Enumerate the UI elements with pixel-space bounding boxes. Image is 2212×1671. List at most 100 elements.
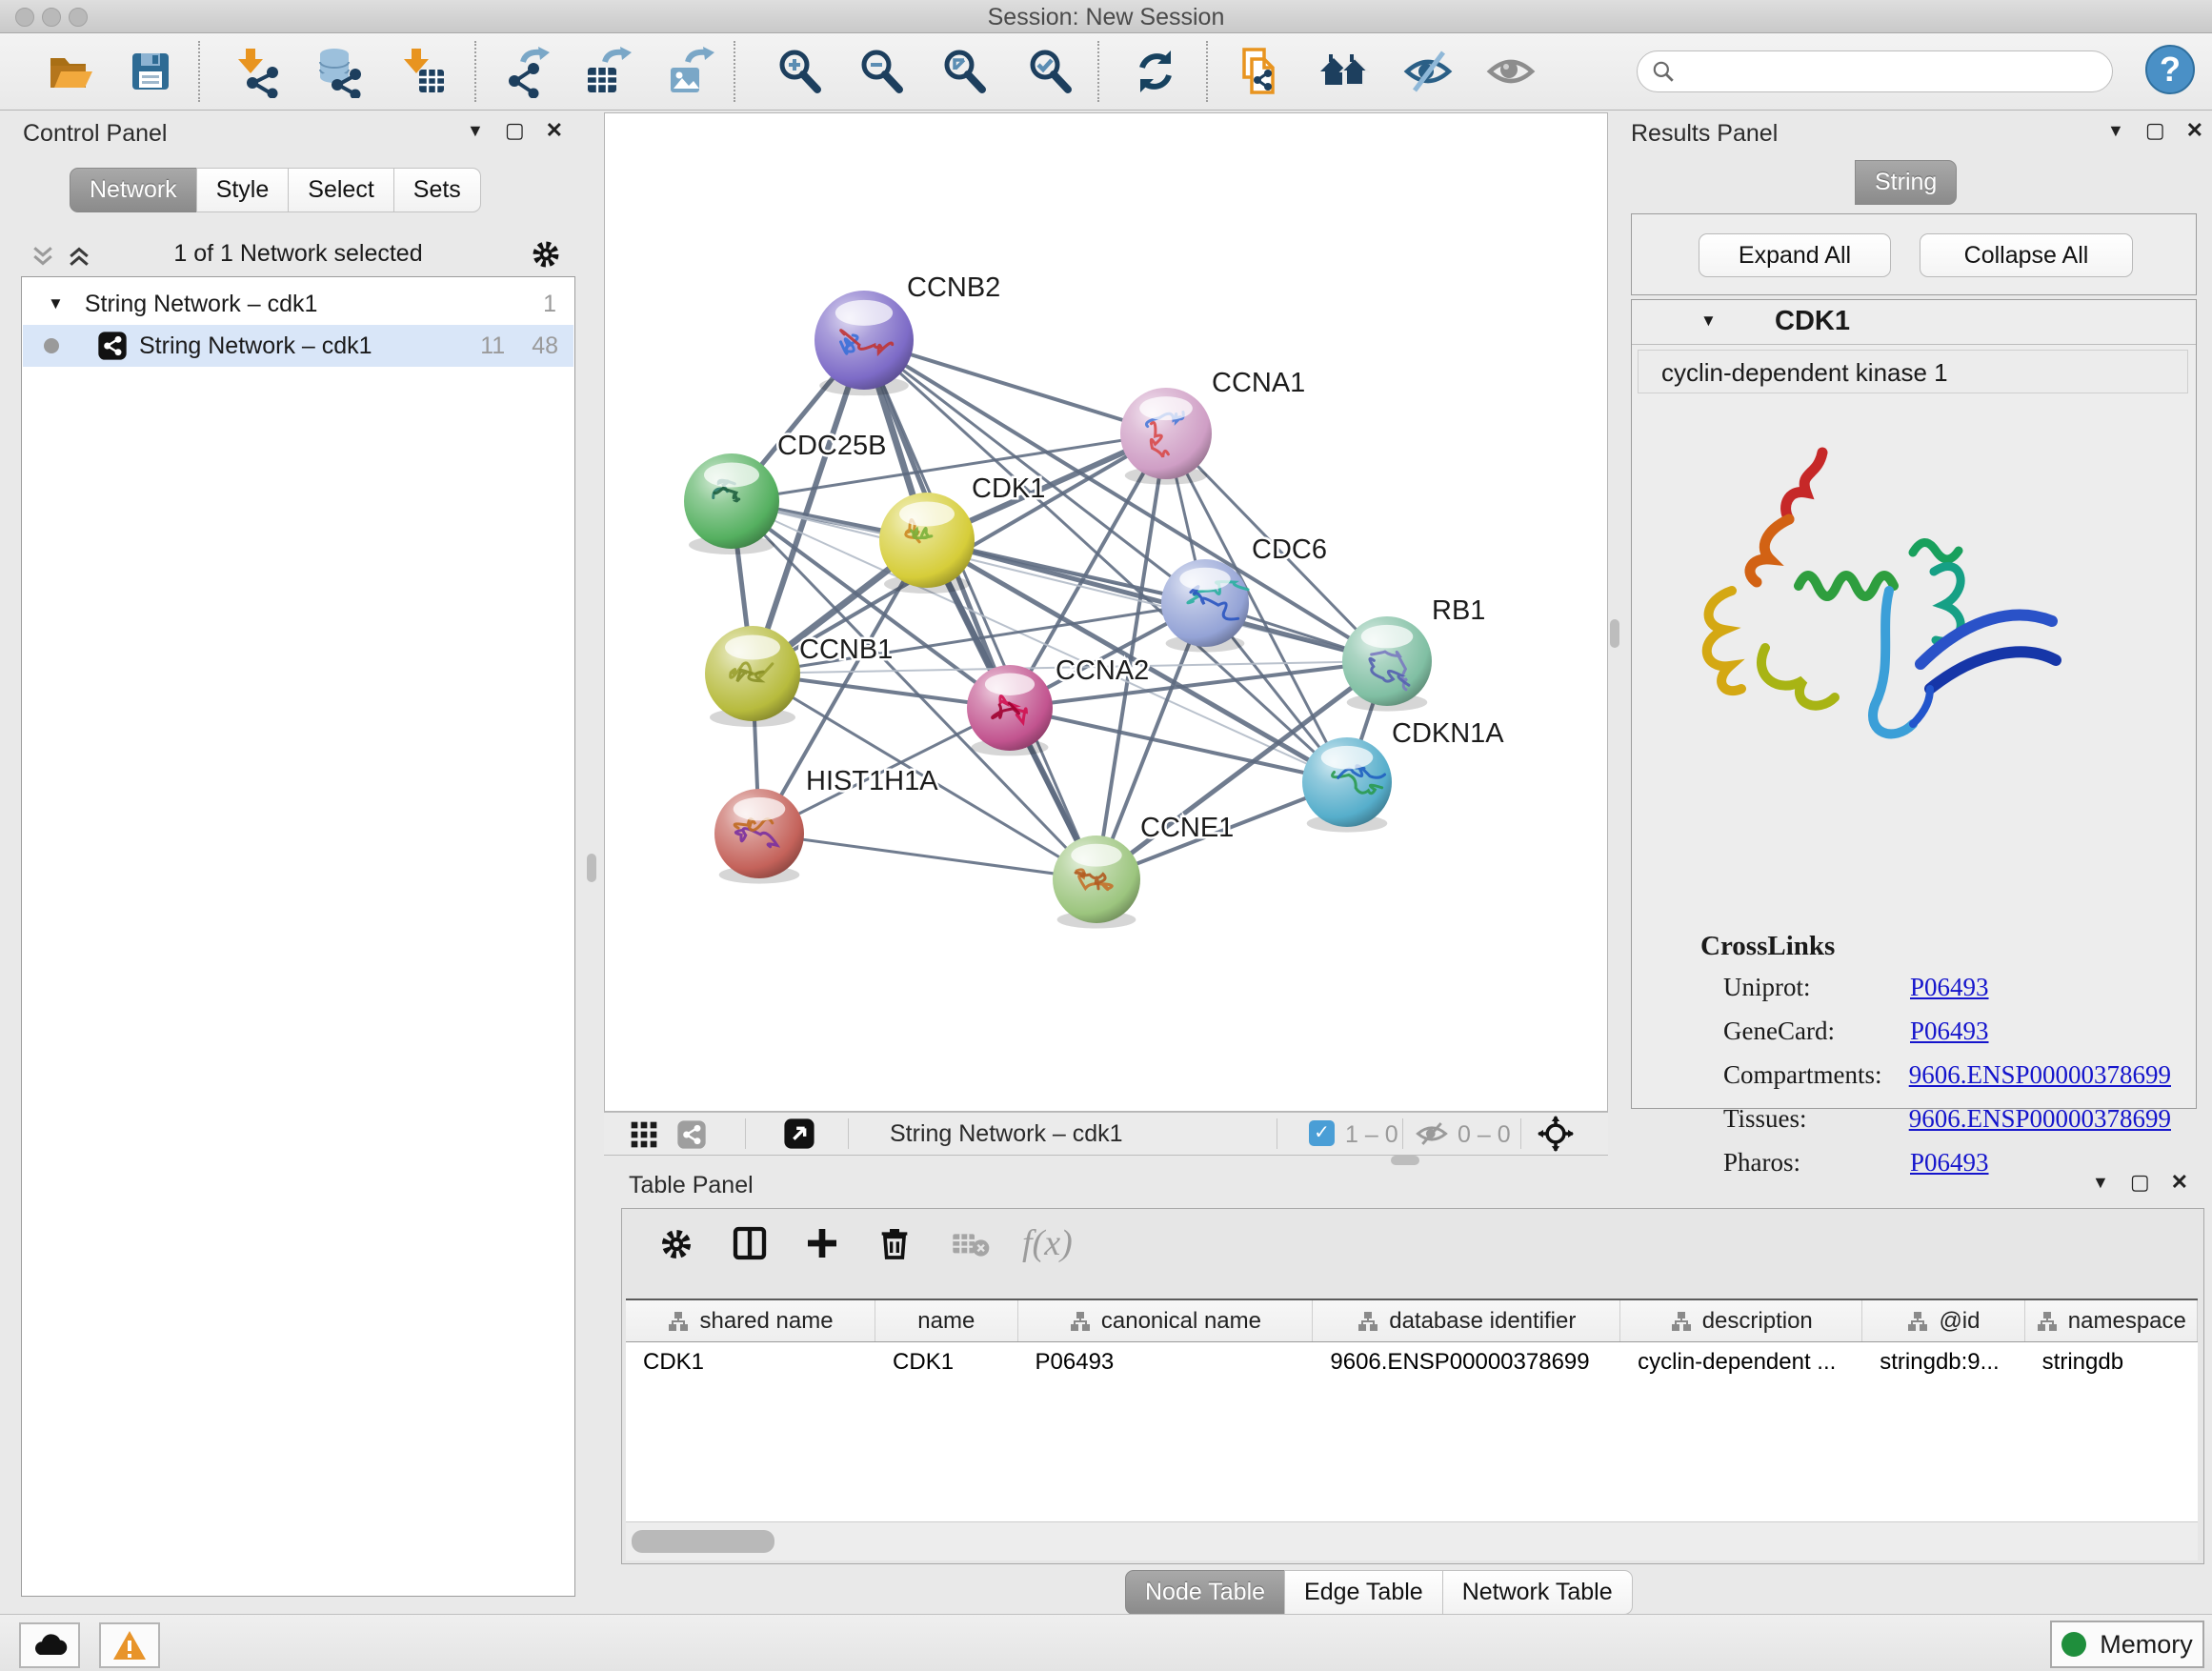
zoom-selected-icon[interactable] xyxy=(1024,45,1077,98)
panel-menu-icon[interactable]: ▼ xyxy=(467,122,484,139)
column-header-database-identifier[interactable]: database identifier xyxy=(1313,1300,1620,1341)
delete-column-trash-icon[interactable] xyxy=(875,1224,914,1262)
table-settings-gear-icon[interactable] xyxy=(658,1226,694,1262)
search-box[interactable] xyxy=(1637,50,2113,92)
show-columns-icon[interactable] xyxy=(731,1224,769,1262)
title-bar: Session: New Session xyxy=(0,0,2212,33)
add-column-icon[interactable] xyxy=(803,1224,841,1262)
panel-close-icon[interactable]: ✕ xyxy=(546,120,563,141)
export-network-icon[interactable] xyxy=(498,45,552,98)
network-view-mode-icon[interactable] xyxy=(676,1119,707,1150)
column-header-description[interactable]: description xyxy=(1620,1300,1862,1341)
selected-indicator-checkbox[interactable]: ✓ xyxy=(1309,1120,1335,1146)
expand-all-icon[interactable] xyxy=(65,242,93,271)
collapse-all-icon[interactable] xyxy=(29,242,57,271)
birds-eye-crosshair-icon[interactable] xyxy=(1538,1116,1574,1152)
column-header-label: canonical name xyxy=(1101,1308,1261,1335)
column-header-namespace[interactable]: namespace xyxy=(2025,1300,2198,1341)
protein-card-header[interactable]: ▼ CDK1 xyxy=(1632,300,2196,345)
network-node-ccna1[interactable]: CCNA1 xyxy=(1120,368,1305,485)
refresh-view-icon[interactable] xyxy=(1129,45,1182,98)
panel-float-icon[interactable]: ▢ xyxy=(2130,1172,2150,1193)
memory-button[interactable]: Memory xyxy=(2050,1621,2204,1668)
table-cell: stringdb xyxy=(2025,1342,2198,1382)
panel-close-icon[interactable]: ✕ xyxy=(2171,1172,2188,1193)
cloud-status-button[interactable] xyxy=(19,1622,80,1668)
collection-expander-icon[interactable]: ▼ xyxy=(48,294,64,313)
tab-style[interactable]: Style xyxy=(196,168,290,212)
tab-select[interactable]: Select xyxy=(288,168,393,212)
table-row[interactable]: CDK1CDK1P064939606.ENSP00000378699cyclin… xyxy=(626,1342,2198,1382)
node-label-ccnb2: CCNB2 xyxy=(907,272,1000,303)
crosslink-link[interactable]: P06493 xyxy=(1910,973,1989,1002)
panel-close-icon[interactable]: ✕ xyxy=(2186,120,2203,141)
crosslink-link[interactable]: 9606.ENSP00000378699 xyxy=(1909,1060,2171,1090)
table-horizontal-scrollbar[interactable] xyxy=(626,1521,2198,1560)
search-input[interactable] xyxy=(1676,57,2080,86)
detach-view-icon[interactable] xyxy=(783,1117,815,1150)
collapse-all-button[interactable]: Collapse All xyxy=(1920,233,2133,277)
tab-sets[interactable]: Sets xyxy=(393,168,481,212)
export-table-icon[interactable] xyxy=(580,45,633,98)
zoom-in-icon[interactable] xyxy=(774,45,827,98)
network-node-ccne1[interactable]: CCNE1 xyxy=(1053,813,1234,929)
network-node-ccnb2[interactable]: CCNB2 xyxy=(814,272,1000,395)
import-table-file-icon[interactable] xyxy=(396,45,450,98)
network-canvas[interactable]: CCNB2CCNA1CDC25BCDK1CDC6RB1CCNB1CCNA2CDK… xyxy=(604,112,1608,1112)
export-image-icon[interactable] xyxy=(663,45,716,98)
show-all-eye-icon[interactable] xyxy=(1484,45,1538,98)
network-node-rb1[interactable]: RB1 xyxy=(1342,595,1485,712)
column-header--id[interactable]: @id xyxy=(1862,1300,2024,1341)
toolbar-separator xyxy=(734,41,735,102)
delete-table-icon xyxy=(952,1230,990,1258)
panel-float-icon[interactable]: ▢ xyxy=(505,120,525,141)
network-node-ccnb1[interactable]: CCNB1 xyxy=(705,626,893,727)
save-session-icon[interactable] xyxy=(124,45,177,98)
tab-string[interactable]: String xyxy=(1855,160,1957,205)
import-network-database-icon[interactable] xyxy=(312,45,365,98)
tab-network[interactable]: Network xyxy=(70,168,197,212)
warnings-button[interactable] xyxy=(99,1622,160,1668)
expand-all-button[interactable]: Expand All xyxy=(1699,233,1891,277)
network-row-label: String Network – cdk1 xyxy=(139,332,372,360)
column-header-label: @id xyxy=(1939,1308,1980,1335)
import-network-file-icon[interactable] xyxy=(231,45,284,98)
panel-menu-icon[interactable]: ▼ xyxy=(2092,1174,2109,1191)
network-view-title: String Network – cdk1 xyxy=(890,1120,1123,1148)
network-row[interactable]: String Network – cdk1 11 48 xyxy=(23,325,573,367)
function-builder-icon: f(x) xyxy=(1022,1222,1073,1264)
network-node-hist1h1a[interactable]: HIST1H1A xyxy=(714,766,938,884)
splitter-handle-right[interactable] xyxy=(1610,619,1619,648)
scrollbar-thumb[interactable] xyxy=(632,1530,774,1553)
main-toolbar: ? xyxy=(0,33,2212,111)
splitter-handle-bottom[interactable] xyxy=(1391,1156,1419,1165)
network-node-cdkn1a[interactable]: CDKN1A xyxy=(1302,718,1504,833)
column-header-name[interactable]: name xyxy=(875,1300,1017,1341)
grid-view-icon[interactable] xyxy=(629,1119,659,1150)
tab-network-table[interactable]: Network Table xyxy=(1442,1570,1633,1615)
hide-selected-eye-icon[interactable] xyxy=(1401,45,1455,98)
results-panel-title: Results Panel xyxy=(1631,120,1778,148)
string-copy-network-icon[interactable] xyxy=(1233,45,1286,98)
zoom-fit-icon[interactable] xyxy=(938,45,992,98)
crosslinks-heading: CrossLinks xyxy=(1700,931,1835,962)
tab-edge-table[interactable]: Edge Table xyxy=(1284,1570,1443,1615)
first-neighbors-icon[interactable] xyxy=(1317,45,1371,98)
tab-node-table[interactable]: Node Table xyxy=(1125,1570,1285,1615)
network-options-gear-icon[interactable] xyxy=(530,238,562,271)
card-expander-icon[interactable]: ▼ xyxy=(1700,312,1717,331)
help-icon[interactable]: ? xyxy=(2143,43,2197,96)
column-header-canonical-name[interactable]: canonical name xyxy=(1018,1300,1314,1341)
zoom-out-icon[interactable] xyxy=(855,45,909,98)
network-collection-row[interactable]: ▼ String Network – cdk1 1 xyxy=(23,283,573,325)
network-node-cdk1[interactable]: CDK1 xyxy=(879,473,1045,594)
panel-float-icon[interactable]: ▢ xyxy=(2145,120,2165,141)
column-header-shared-name[interactable]: shared name xyxy=(626,1300,875,1341)
network-graph[interactable]: CCNB2CCNA1CDC25BCDK1CDC6RB1CCNB1CCNA2CDK… xyxy=(605,113,1607,1111)
toolbar-separator xyxy=(198,41,200,102)
open-session-icon[interactable] xyxy=(44,45,97,98)
crosslink-link[interactable]: P06493 xyxy=(1910,1017,1989,1046)
splitter-handle-left[interactable] xyxy=(587,854,596,882)
panel-menu-icon[interactable]: ▼ xyxy=(2107,122,2124,139)
crosslink-link[interactable]: 9606.ENSP00000378699 xyxy=(1909,1104,2171,1134)
